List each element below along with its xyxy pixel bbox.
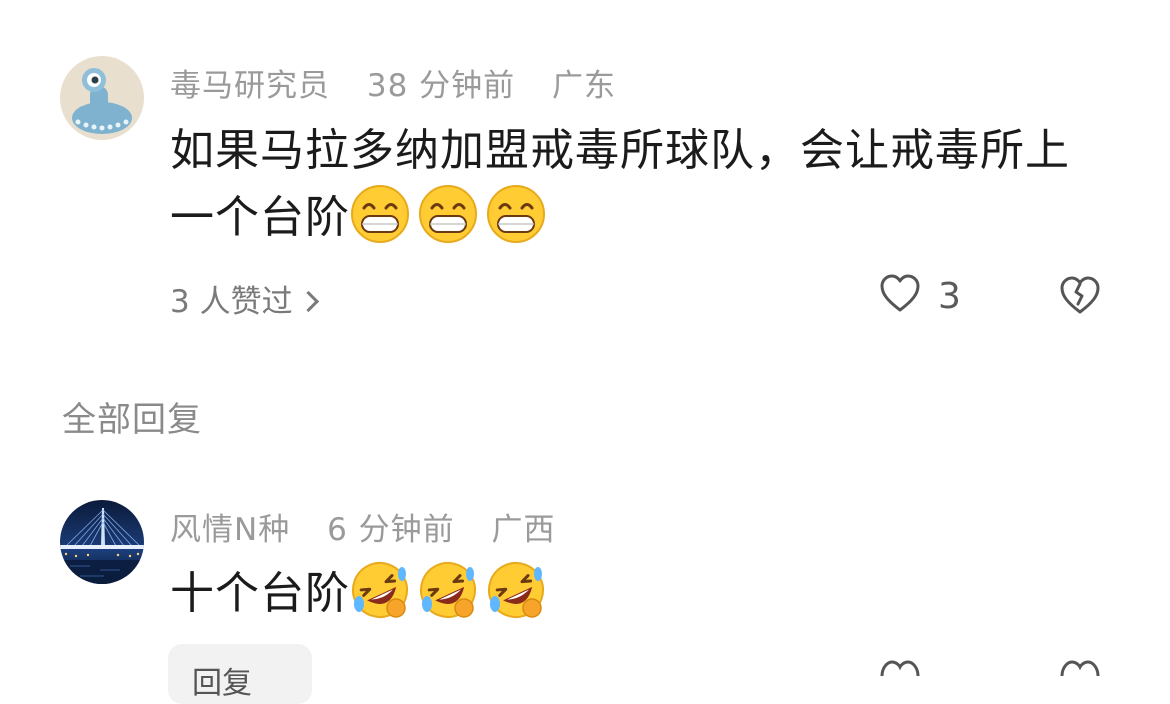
location: 广西 [491,512,556,548]
username[interactable]: 风情N种 [170,512,290,548]
timestamp: 38 分钟前 [366,68,516,104]
avatar[interactable] [60,56,144,140]
comment-text-block: 十个台阶 [170,560,1110,627]
liked-by-link[interactable]: 3 人赞过 [170,276,319,321]
rofl-emoji-icon [486,560,546,620]
like-button[interactable]: 3 [878,272,961,320]
grin-emoji-icon [350,184,410,244]
timestamp: 6 分钟前 [327,512,455,548]
username[interactable]: 毒马研究员 [170,68,330,104]
broken-heart-icon [1058,276,1102,322]
dislike-button[interactable] [1058,274,1102,322]
comment-text: 十个台阶 [170,568,350,619]
broken-heart-icon [1058,660,1102,680]
grin-emoji-icon [486,184,546,244]
heart-outline-icon [878,272,922,320]
like-count: 3 [938,275,961,317]
dislike-button[interactable] [1058,656,1102,680]
avatar[interactable] [60,500,144,584]
comment-meta: 毒马研究员 38 分钟前 广东 [170,60,642,105]
comment-text-block: 如果马拉多纳加盟戒毒所球队，会让戒毒所上一个台阶 [170,118,1110,251]
reply-button[interactable]: 回复 [168,644,312,704]
comment-meta: 风情N种 6 分钟前 广西 [170,504,582,549]
all-replies-heading: 全部回复 [62,400,202,440]
location: 广东 [552,68,617,104]
comment-text: 如果马拉多纳加盟戒毒所球队，会让戒毒所上一个台阶 [170,125,1070,243]
grin-emoji-icon [418,184,478,244]
heart-outline-icon [878,660,922,680]
liked-by-text: 3 人赞过 [170,284,293,320]
rofl-emoji-icon [350,560,410,620]
rofl-emoji-icon [418,560,478,620]
like-button[interactable] [878,656,922,680]
reply-label: 回复 [192,666,252,701]
chevron-right-icon [297,290,319,313]
